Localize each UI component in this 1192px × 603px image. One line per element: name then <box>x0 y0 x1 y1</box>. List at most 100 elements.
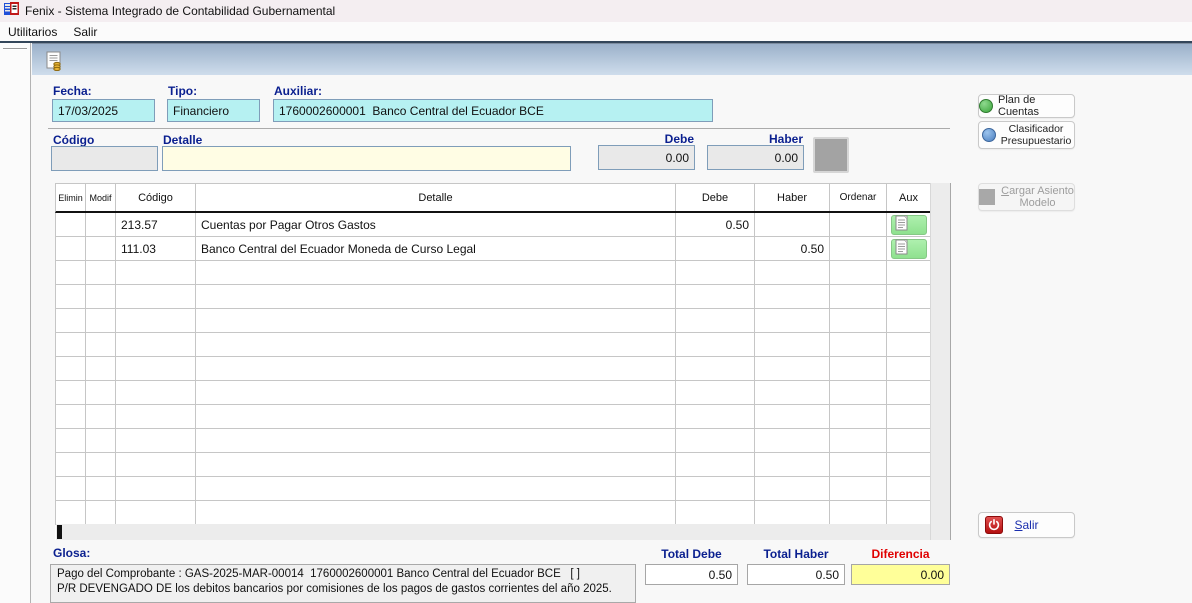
cell-modif <box>86 357 116 381</box>
cell-codigo: 213.57 <box>116 213 196 237</box>
gray-square-button[interactable] <box>813 137 849 173</box>
cell-modif <box>86 405 116 429</box>
auxiliar-input[interactable]: 1760002600001 Banco Central del Ecuador … <box>273 99 713 122</box>
cell-haber: 0.50 <box>755 237 830 261</box>
cell-elimin <box>56 309 86 333</box>
cell-haber <box>755 309 830 333</box>
cell-elimin <box>56 477 86 501</box>
table-row <box>56 501 931 525</box>
cell-elimin <box>56 261 86 285</box>
total-haber-value: 0.50 <box>747 564 845 585</box>
plan-de-cuentas-button[interactable]: Plan de Cuentas <box>978 94 1075 118</box>
application-window: Fenix - Sistema Integrado de Contabilida… <box>0 0 1192 603</box>
total-debe-value: 0.50 <box>645 564 738 585</box>
cell-ordenar <box>830 501 887 525</box>
salir-button[interactable]: Salir <box>978 512 1075 538</box>
fecha-input[interactable]: 17/03/2025 <box>52 99 155 122</box>
cell-aux <box>887 429 931 453</box>
cell-aux <box>887 309 931 333</box>
cell-debe <box>676 501 755 525</box>
col-aux: Aux <box>887 184 931 211</box>
cell-aux <box>887 285 931 309</box>
cell-detalle <box>196 501 676 525</box>
cell-elimin <box>56 357 86 381</box>
notepad-icon <box>895 239 909 258</box>
salir-label: Salir <box>1014 518 1038 532</box>
table-header-row: Elimin Modif Código Detalle Debe Haber O… <box>55 183 930 213</box>
col-debe: Debe <box>676 184 755 211</box>
cell-haber <box>755 501 830 525</box>
table-row <box>56 381 931 405</box>
form-separator <box>48 128 950 129</box>
cell-aux <box>887 237 931 261</box>
cell-codigo <box>116 309 196 333</box>
horizontal-scrollbar-thumb[interactable] <box>57 525 62 539</box>
total-debe-label: Total Debe <box>645 547 738 561</box>
cell-aux <box>887 501 931 525</box>
codigo-label: Código <box>53 133 94 147</box>
cell-ordenar <box>830 285 887 309</box>
table-row <box>56 261 931 285</box>
diferencia-value: 0.00 <box>851 564 950 585</box>
title-bar: Fenix - Sistema Integrado de Contabilida… <box>0 0 1192 22</box>
table-row <box>56 477 931 501</box>
glosa-textbox[interactable]: Pago del Comprobante : GAS-2025-MAR-0001… <box>50 564 636 603</box>
detalle-input[interactable] <box>162 146 571 171</box>
cell-elimin <box>56 213 86 237</box>
cell-aux <box>887 405 931 429</box>
cell-codigo <box>116 501 196 525</box>
diferencia-label: Diferencia <box>851 547 950 561</box>
table-row <box>56 405 931 429</box>
app-icon <box>4 1 20 22</box>
cell-haber <box>755 261 830 285</box>
cell-debe <box>676 357 755 381</box>
cell-aux <box>887 333 931 357</box>
glosa-line1: Pago del Comprobante : GAS-2025-MAR-0001… <box>57 567 629 582</box>
table-body: 213.57Cuentas por Pagar Otros Gastos0.50… <box>55 213 950 525</box>
cell-modif <box>86 477 116 501</box>
col-ordenar: Ordenar <box>830 184 887 211</box>
aux-button[interactable] <box>891 215 927 235</box>
plan-de-cuentas-label: Plan de Cuentas <box>998 94 1074 118</box>
cell-modif <box>86 333 116 357</box>
cell-codigo <box>116 333 196 357</box>
cell-modif <box>86 429 116 453</box>
cargar-asiento-modelo-button[interactable]: Cargar Asiento Modelo <box>978 183 1075 211</box>
cell-debe: 0.50 <box>676 213 755 237</box>
debe-input[interactable]: 0.00 <box>598 145 695 170</box>
left-panel <box>0 43 31 603</box>
cell-detalle <box>196 261 676 285</box>
vertical-scrollbar[interactable] <box>930 183 950 540</box>
codigo-input[interactable] <box>51 146 158 171</box>
menu-bar: Utilitarios Salir <box>0 22 1192 41</box>
cell-haber <box>755 333 830 357</box>
cell-aux <box>887 477 931 501</box>
tipo-input[interactable]: Financiero <box>167 99 260 122</box>
cell-aux <box>887 381 931 405</box>
cell-modif <box>86 213 116 237</box>
cell-modif <box>86 261 116 285</box>
aux-button[interactable] <box>891 239 927 259</box>
horizontal-scrollbar[interactable] <box>56 524 930 540</box>
cell-haber <box>755 453 830 477</box>
cell-ordenar <box>830 261 887 285</box>
table-row <box>56 357 931 381</box>
cell-codigo <box>116 381 196 405</box>
cell-elimin <box>56 453 86 477</box>
entries-table: Elimin Modif Código Detalle Debe Haber O… <box>55 183 951 540</box>
debe-label: Debe <box>598 132 694 146</box>
cell-modif <box>86 285 116 309</box>
menu-salir[interactable]: Salir <box>65 23 105 41</box>
col-detalle: Detalle <box>196 184 676 211</box>
cell-detalle <box>196 381 676 405</box>
cell-haber <box>755 405 830 429</box>
blue-sphere-icon <box>982 128 996 142</box>
cell-ordenar <box>830 429 887 453</box>
menu-utilitarios[interactable]: Utilitarios <box>0 23 65 41</box>
clasificador-presupuestario-button[interactable]: Clasificador Presupuestario <box>978 121 1075 149</box>
haber-input[interactable]: 0.00 <box>707 145 804 170</box>
splitter-grip[interactable] <box>3 48 27 50</box>
cell-codigo <box>116 285 196 309</box>
cell-codigo <box>116 477 196 501</box>
cell-ordenar <box>830 381 887 405</box>
